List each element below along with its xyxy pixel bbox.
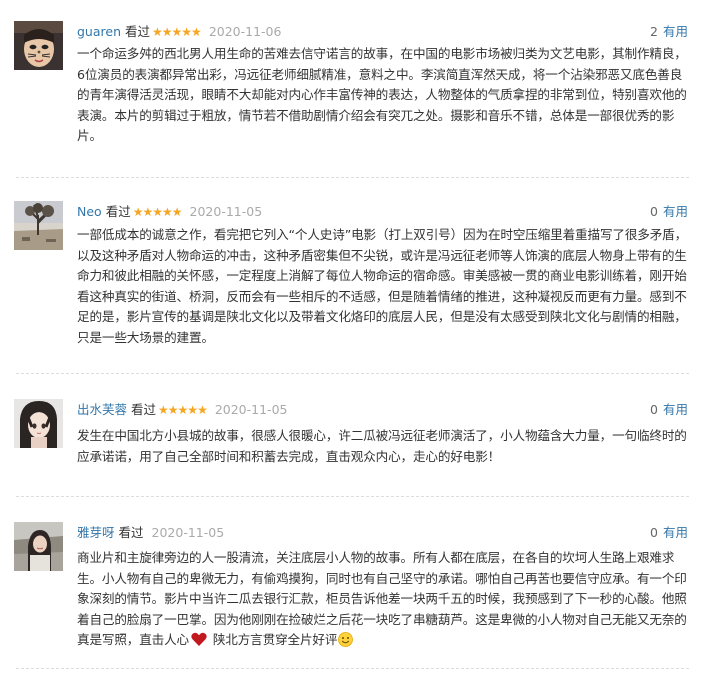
review-content: 一部低成本的诚意之作，看完把它列入“个人史诗”电影（打上双引号）因为在时空压缩里… (77, 227, 688, 345)
useful-count: 0 (650, 525, 658, 540)
useful-button[interactable]: 有用 (663, 204, 688, 219)
useful-button[interactable]: 有用 (663, 24, 688, 39)
review-date: 2020-11-05 (151, 525, 225, 540)
review-meta: 出水芙蓉 看过 ★★★★★ 2020-11-05 (77, 401, 287, 419)
rating-stars: ★★★★★ (132, 205, 183, 219)
review-date: 2020-11-05 (189, 204, 263, 219)
rating-stars: ★★★★★ (152, 25, 202, 39)
avatar[interactable] (14, 522, 63, 571)
review-date: 2020-11-06 (208, 24, 282, 39)
review-meta: guaren 看过 ★★★★★ 2020-11-06 (77, 23, 281, 41)
useful-count: 0 (650, 402, 658, 417)
author-link[interactable]: 出水芙蓉 (77, 402, 127, 417)
rating-stars: ★★★★★ (158, 403, 208, 417)
avatar[interactable] (14, 21, 63, 70)
seen-label: 看过 (105, 204, 131, 219)
avatar-cat-face-icon (14, 21, 63, 70)
review-date: 2020-11-05 (214, 402, 288, 417)
avatar[interactable] (14, 399, 63, 448)
heart-icon (191, 633, 207, 647)
review-content: 商业片和主旋律旁边的人一股清流，关注底层小人物的故事。所有人都在底层，在各自的坎… (77, 548, 691, 651)
avatar[interactable] (14, 201, 63, 250)
review-meta: Neo 看过 ★★★★★ 2020-11-05 (77, 203, 262, 221)
avatar-woman-outdoor-icon (14, 522, 63, 571)
divider (16, 177, 689, 178)
author-link[interactable]: 雅芽呀 (77, 525, 115, 540)
divider (16, 668, 689, 669)
useful-count: 2 (650, 24, 658, 39)
useful-vote: 0 有用 (650, 524, 688, 542)
seen-label: 看过 (125, 24, 151, 39)
review-text-tail: 陕北方言贯穿全片好评 (209, 632, 338, 648)
useful-vote: 2 有用 (650, 23, 688, 41)
useful-vote: 0 有用 (650, 401, 688, 419)
divider (16, 496, 689, 497)
smile-emoji-icon (338, 632, 354, 648)
seen-label: 看过 (118, 525, 144, 540)
useful-vote: 0 有用 (650, 203, 688, 221)
seen-label: 看过 (131, 402, 157, 417)
review-text: 商业片和主旋律旁边的人一股清流，关注底层小人物的故事。所有人都在底层，在各自的坎… (77, 550, 687, 648)
author-link[interactable]: guaren (77, 24, 121, 39)
useful-button[interactable]: 有用 (663, 525, 688, 540)
avatar-anime-girl-icon (14, 399, 63, 448)
review-content: 一个命运多舛的西北男人用生命的苦难去信守诺言的故事，在中国的电影市场被归类为文艺… (77, 46, 687, 144)
divider (16, 373, 689, 374)
useful-count: 0 (650, 204, 658, 219)
author-link[interactable]: Neo (77, 204, 102, 219)
review-meta: 雅芽呀 看过 2020-11-05 (77, 524, 224, 542)
useful-button[interactable]: 有用 (663, 402, 688, 417)
review-content: 发生在中国北方小县城的故事，很感人很暖心，许二瓜被冯远征老师演活了，小人物蕴含大… (77, 428, 687, 464)
avatar-tree-landscape-icon (14, 201, 63, 250)
